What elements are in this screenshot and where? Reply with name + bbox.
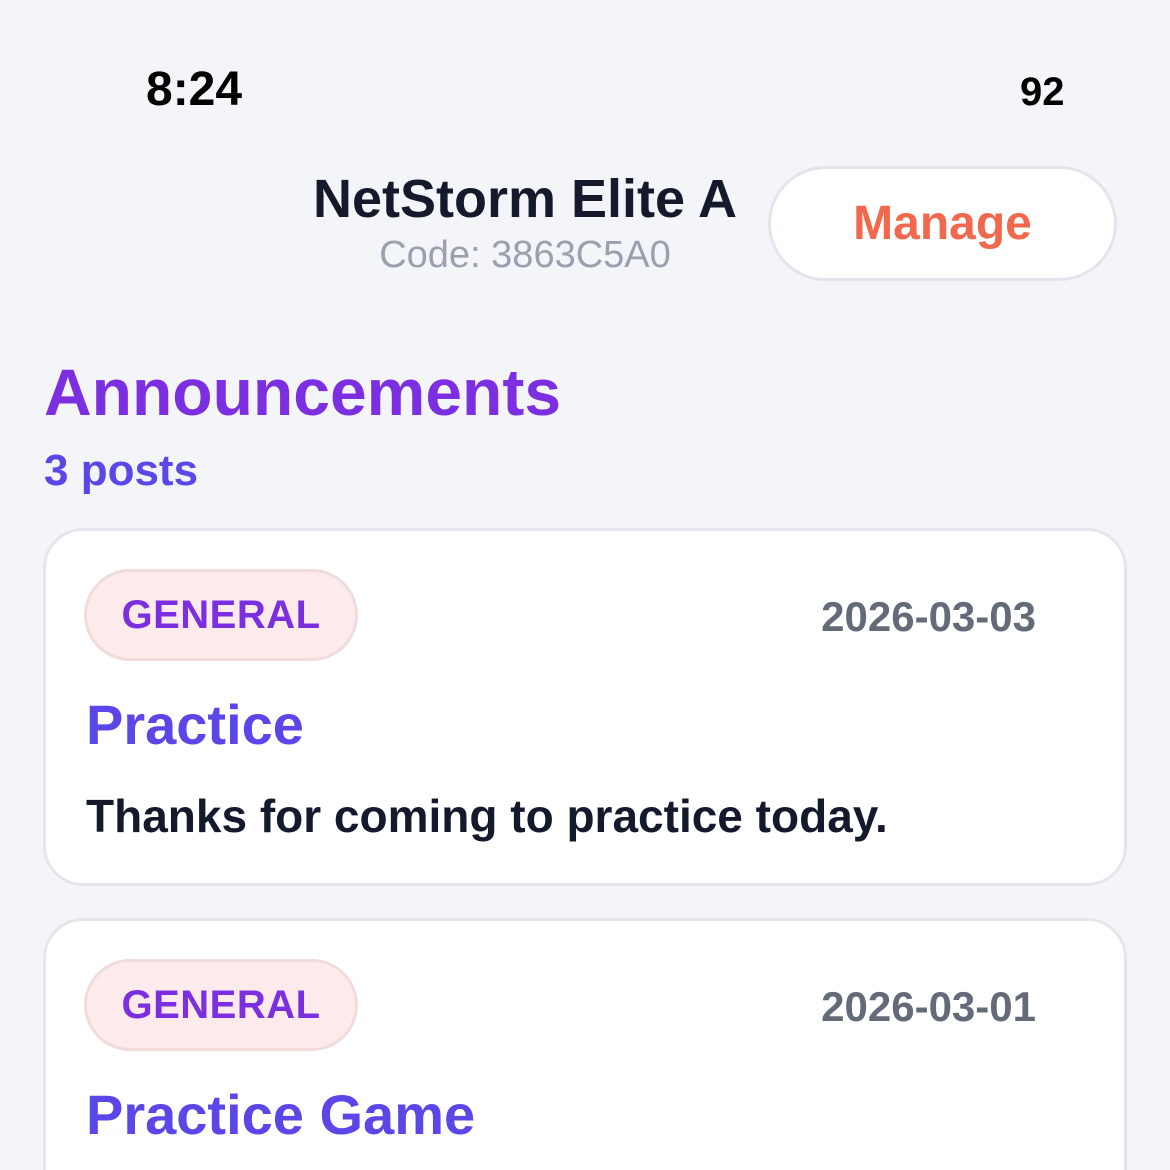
team-name: NetStorm Elite A (312, 169, 738, 229)
team-header: NetStorm Elite A Code: 3863C5A0 (300, 170, 750, 276)
announcement-card[interactable]: GENERAL 2026-03-03 Practice Thanks for c… (43, 528, 1127, 886)
announcement-card[interactable]: GENERAL 2026-03-01 Practice Game (43, 918, 1127, 1170)
category-badge: GENERAL (84, 959, 358, 1051)
status-time: 8:24 (146, 63, 243, 116)
post-date: 2026-03-03 (821, 593, 1036, 640)
manage-button[interactable]: Manage (768, 166, 1117, 281)
team-code: Code: 3863C5A0 (379, 234, 671, 276)
post-title: Practice Game (86, 1083, 476, 1146)
category-badge: GENERAL (84, 569, 358, 661)
announcements-screen: 8:24 92 NetStorm Elite A Code: 3863C5A0 … (0, 0, 1170, 1170)
battery-level: 92 (1020, 70, 1065, 114)
page-title: Announcements (44, 355, 562, 429)
post-count: 3 posts (44, 446, 199, 495)
post-body: Thanks for coming to practice today. (86, 790, 888, 842)
post-date: 2026-03-01 (821, 983, 1036, 1030)
post-title: Practice (86, 693, 304, 756)
